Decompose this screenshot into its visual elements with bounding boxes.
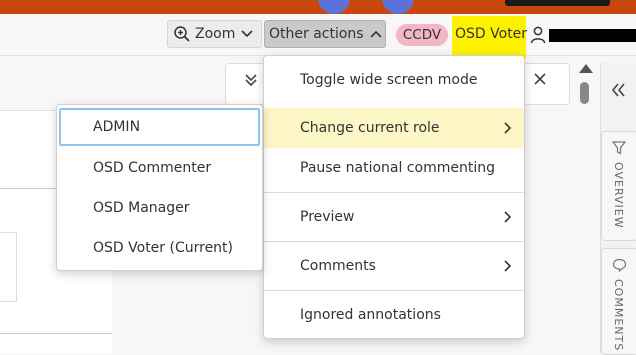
menu-item-toggle-wide-screen[interactable]: Toggle wide screen mode <box>264 60 524 100</box>
chevron-down-icon <box>241 30 253 38</box>
double-chevron-left-icon[interactable] <box>611 82 625 98</box>
scrollbar-thumb[interactable] <box>580 82 589 104</box>
zoom-button[interactable]: Zoom <box>167 20 262 48</box>
menu-item-label: Toggle wide screen mode <box>300 72 478 88</box>
menu-item-label: Comments <box>300 258 376 274</box>
tab-overview[interactable]: OVERVIEW <box>601 131 636 241</box>
current-role-label[interactable]: OSD Voter <box>455 26 527 42</box>
menu-item-label: Ignored annotations <box>300 307 441 323</box>
role-option-osd-manager[interactable]: OSD Manager <box>57 188 262 228</box>
other-actions-button[interactable]: Other actions <box>264 20 386 48</box>
menu-item-label: Preview <box>300 209 355 225</box>
comment-icon <box>612 258 627 272</box>
zoom-label: Zoom <box>195 26 236 42</box>
menu-separator <box>264 192 524 193</box>
menu-item-change-role[interactable]: Change current role <box>264 108 524 148</box>
tab-comments[interactable]: COMMENTS <box>601 248 636 355</box>
role-badge[interactable]: CCDV <box>396 24 448 46</box>
tab-overview-label: OVERVIEW <box>612 162 625 229</box>
role-option-label: OSD Manager <box>93 200 190 216</box>
menu-item-label: Change current role <box>300 120 440 136</box>
filter-icon <box>612 141 626 155</box>
chevron-up-icon <box>370 30 382 38</box>
tab-comments-label: COMMENTS <box>612 279 625 352</box>
chevron-right-icon <box>504 122 512 134</box>
other-actions-label: Other actions <box>269 26 364 42</box>
divider <box>0 188 57 189</box>
scroll-up-arrow-icon[interactable] <box>579 64 593 73</box>
redacted-username <box>549 29 636 42</box>
role-option-osd-voter[interactable]: OSD Voter (Current) <box>57 228 262 268</box>
role-option-label: OSD Commenter <box>93 160 212 176</box>
role-option-osd-commenter[interactable]: OSD Commenter <box>57 148 262 188</box>
menu-separator <box>264 241 524 242</box>
double-chevron-down-icon[interactable] <box>243 72 259 88</box>
user-icon[interactable] <box>530 26 546 44</box>
role-option-label: ADMIN <box>93 119 141 135</box>
divider <box>0 333 112 334</box>
menu-item-label: Pause national commenting <box>300 160 495 176</box>
scrollbar[interactable] <box>575 63 597 353</box>
close-icon[interactable] <box>533 72 547 86</box>
menu-item-ignored-annotations[interactable]: Ignored annotations <box>264 295 524 335</box>
other-actions-menu: Toggle wide screen mode Change current r… <box>263 55 525 339</box>
menu-item-pause-commenting[interactable]: Pause national commenting <box>264 148 524 188</box>
role-option-admin[interactable]: ADMIN <box>59 108 260 146</box>
menu-item-preview[interactable]: Preview <box>264 197 524 237</box>
left-card <box>0 232 17 302</box>
chevron-right-icon <box>504 260 512 272</box>
change-role-submenu: ADMIN OSD Commenter OSD Manager OSD Vote… <box>56 104 263 271</box>
chevron-right-icon <box>504 211 512 223</box>
menu-item-comments[interactable]: Comments <box>264 246 524 286</box>
role-option-label: OSD Voter (Current) <box>93 240 234 256</box>
zoom-in-icon <box>174 26 190 42</box>
menu-separator <box>264 290 524 291</box>
redacted-header-bar <box>505 0 610 6</box>
